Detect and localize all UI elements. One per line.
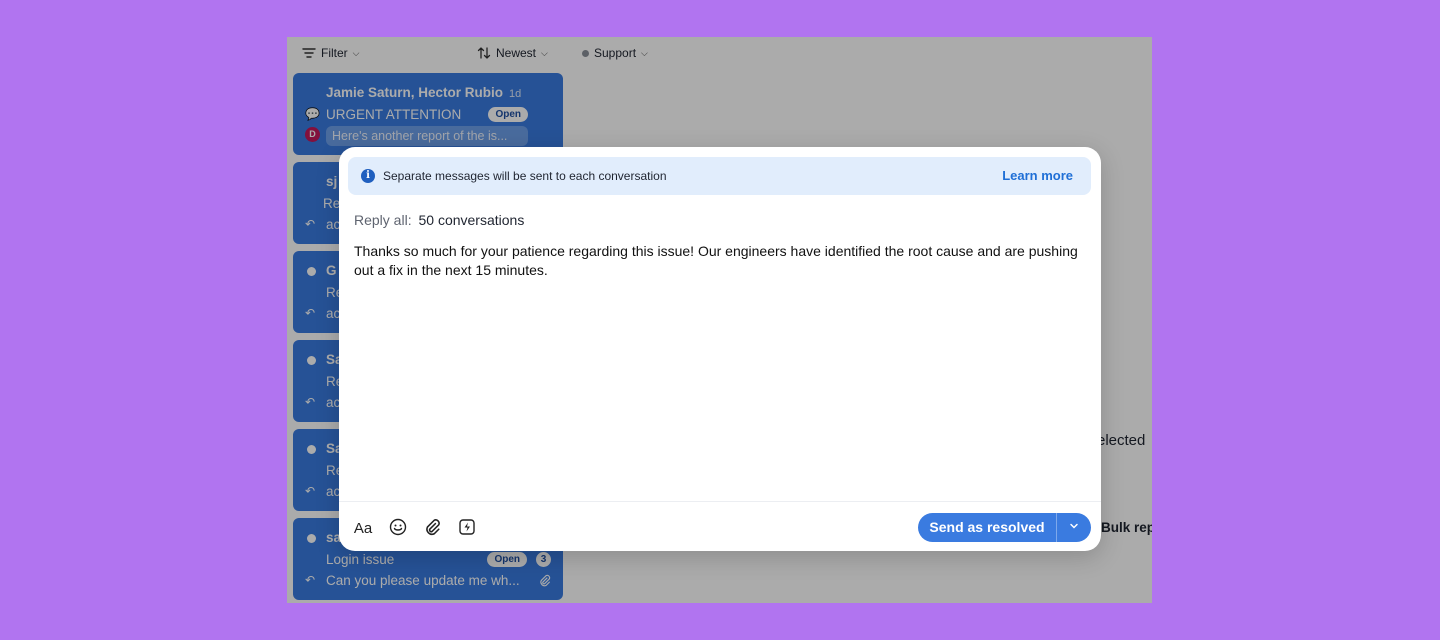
reply-all-value: 50 conversations bbox=[418, 212, 525, 228]
send-as-resolved-button[interactable]: Send as resolved bbox=[918, 513, 1056, 542]
learn-more-link[interactable]: Learn more bbox=[1002, 168, 1073, 183]
message-editor[interactable]: Thanks so much for your patience regardi… bbox=[354, 242, 1089, 280]
send-options-button[interactable] bbox=[1057, 513, 1091, 542]
chevron-down-icon bbox=[1070, 523, 1078, 529]
send-button-group: Send as resolved bbox=[918, 513, 1091, 542]
banner-text: Separate messages will be sent to each c… bbox=[383, 169, 667, 183]
emoji-icon[interactable] bbox=[387, 518, 409, 540]
macro-icon[interactable] bbox=[456, 518, 478, 540]
text-format-icon[interactable]: Aa bbox=[352, 518, 374, 540]
reply-all-label: Reply all: bbox=[354, 212, 412, 228]
info-icon: i bbox=[361, 169, 375, 183]
info-banner: i Separate messages will be sent to each… bbox=[348, 157, 1091, 195]
bulk-reply-dialog: i Separate messages will be sent to each… bbox=[339, 147, 1101, 551]
reply-all-recipients: Reply all: 50 conversations bbox=[354, 212, 524, 228]
composer-footer: Aa Send as resolved bbox=[339, 501, 1101, 551]
attachment-icon[interactable] bbox=[421, 518, 443, 540]
